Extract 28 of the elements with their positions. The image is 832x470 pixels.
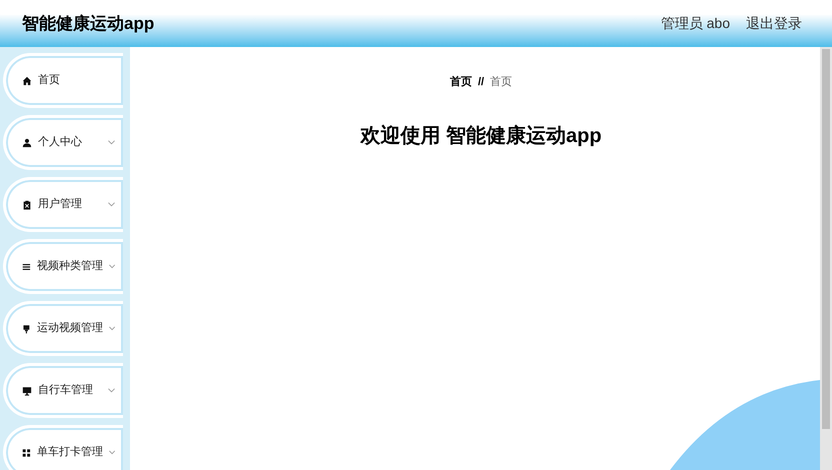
chevron-down-icon: [108, 264, 115, 269]
welcome-heading: 欢迎使用 智能健康运动app: [359, 124, 603, 148]
sidebar-item[interactable]: 个人中心: [3, 115, 123, 170]
chevron-down-icon: [108, 140, 115, 145]
sidebar-item[interactable]: 用户管理: [3, 177, 123, 232]
chevron-down-icon: [108, 388, 115, 393]
chevron-down-icon: [108, 326, 115, 331]
clipboard-icon: [22, 200, 32, 210]
sidebar-item[interactable]: 首页: [3, 53, 123, 108]
sidebar-item[interactable]: 视频种类管理: [3, 239, 123, 294]
breadcrumb-separator: //: [478, 75, 484, 90]
sidebar-item[interactable]: 运动视频管理: [3, 301, 123, 356]
logout-link[interactable]: 退出登录: [746, 13, 802, 34]
monitor-icon: [22, 386, 32, 396]
chevron-down-icon: [108, 450, 115, 455]
list-icon: [22, 262, 31, 272]
breadcrumb-link[interactable]: 首页: [450, 74, 472, 90]
chevron-down-icon: [108, 202, 115, 207]
sidebar-item[interactable]: 自行车管理: [3, 363, 123, 418]
breadcrumb-current: 首页: [490, 75, 512, 90]
pin-icon: [22, 324, 31, 334]
user-label: 管理员 abo: [660, 14, 730, 33]
scrollbar[interactable]: [820, 47, 832, 470]
home-icon: [22, 76, 32, 86]
grid-icon: [22, 448, 31, 458]
sidebar-item[interactable]: 单车打卡管理: [3, 425, 123, 470]
app-title: 智能健康运动app: [22, 12, 154, 35]
person-icon: [22, 138, 32, 148]
